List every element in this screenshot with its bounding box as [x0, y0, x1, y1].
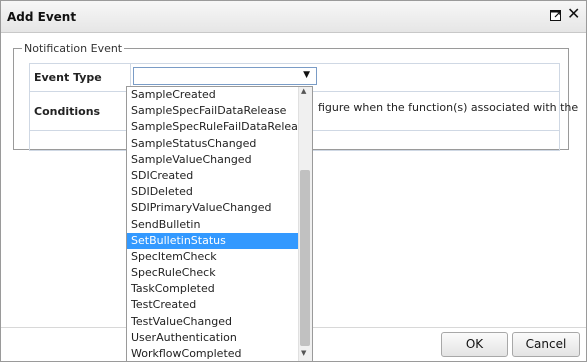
- cancel-button[interactable]: Cancel: [512, 332, 580, 357]
- ok-button[interactable]: OK: [441, 332, 508, 357]
- dropdown-options: SampleCreated SampleSpecFailDataRelease Sa…: [127, 87, 310, 361]
- dropdown-option[interactable]: SpecRuleCheck: [127, 265, 299, 281]
- dropdown-option[interactable]: WorkflowCompleted: [127, 346, 299, 361]
- event-type-label: Event Type: [29, 63, 131, 92]
- event-type-dropdown-list[interactable]: SampleCreated SampleSpecFailDataRelease Sa…: [126, 86, 313, 362]
- close-icon[interactable]: ✕: [567, 6, 580, 22]
- scroll-down-icon[interactable]: ▼: [301, 349, 306, 357]
- dropdown-option[interactable]: SampleSpecRuleFailDataRelease: [127, 119, 310, 135]
- dropdown-option[interactable]: SDIPrimaryValueChanged: [127, 200, 299, 216]
- dropdown-option[interactable]: UserAuthentication: [127, 330, 299, 346]
- notification-event-legend: Notification Event: [24, 42, 123, 55]
- conditions-label: Conditions: [29, 91, 131, 131]
- dropdown-option[interactable]: SpecItemCheck: [127, 249, 299, 265]
- title-bar[interactable]: Add Event ✕: [1, 1, 586, 33]
- dropdown-scrollbar[interactable]: ▲ ▼: [298, 87, 312, 361]
- scroll-thumb[interactable]: [300, 170, 310, 346]
- dropdown-option[interactable]: SDICreated: [127, 168, 299, 184]
- dropdown-option[interactable]: SetBulletinStatus: [127, 232, 299, 249]
- scroll-up-icon[interactable]: ▲: [301, 87, 306, 95]
- dropdown-option[interactable]: SampleSpecFailDataRelease: [127, 103, 299, 119]
- conditions-text: figure when the function(s) associated w…: [318, 101, 579, 114]
- dropdown-option[interactable]: SDIDeleted: [127, 184, 299, 200]
- dialog-title: Add Event: [7, 10, 77, 24]
- dropdown-option[interactable]: SampleCreated: [127, 87, 299, 103]
- dropdown-option[interactable]: TestCreated: [127, 297, 299, 313]
- dropdown-option[interactable]: TaskCompleted: [127, 281, 299, 297]
- dropdown-arrow-icon[interactable]: ▼: [303, 70, 310, 80]
- restore-window-icon[interactable]: [550, 8, 563, 21]
- event-type-select[interactable]: ▼: [133, 67, 317, 85]
- dropdown-option[interactable]: SampleStatusChanged: [127, 136, 299, 152]
- dropdown-option[interactable]: SendBulletin: [127, 217, 299, 233]
- dropdown-option[interactable]: TestValueChanged: [127, 314, 299, 330]
- dropdown-option[interactable]: SampleValueChanged: [127, 152, 299, 168]
